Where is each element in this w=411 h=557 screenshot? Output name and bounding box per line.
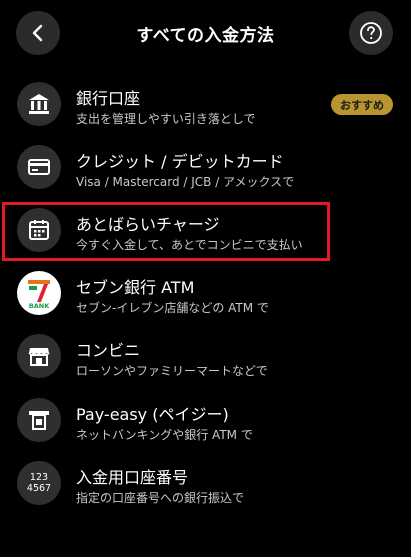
method-pay-easy[interactable]: Pay-easy (ペイジー) ネットバンキングや銀行 ATM で	[0, 389, 411, 451]
method-title: Pay-easy (ペイジー)	[76, 405, 229, 424]
method-subtitle: Visa / Mastercard / JCB / アメックスで	[76, 175, 295, 189]
number-icon-text: 123	[29, 472, 49, 483]
method-account-number[interactable]: 123 4567 入金用口座番号 指定の口座番号への銀行振込で	[0, 452, 411, 514]
seven-bank-logo: BANK	[17, 271, 61, 315]
method-subtitle: セブン-イレブン店舗などの ATM で	[76, 301, 269, 315]
account-number-icon: 123 4567	[17, 461, 61, 505]
method-subtitle: 支出を管理しやすい引き落としで	[76, 112, 256, 126]
recommended-badge: おすすめ	[331, 94, 393, 115]
header: すべての入金方法	[0, 0, 411, 66]
method-subtitle: ネットバンキングや銀行 ATM で	[76, 428, 253, 442]
highlight-box	[2, 202, 330, 261]
seven-logo-text: BANK	[29, 302, 50, 310]
method-subtitle: ローソンやファミリーマートなどで	[76, 364, 268, 378]
method-title: セブン銀行 ATM	[76, 278, 195, 297]
method-title: クレジット / デビットカード	[76, 152, 284, 171]
method-convenience-store[interactable]: コンビニ ローソンやファミリーマートなどで	[0, 325, 411, 387]
method-title: 入金用口座番号	[76, 468, 189, 487]
bank-icon	[17, 82, 61, 126]
method-seven-bank-atm[interactable]: BANK セブン銀行 ATM セブン-イレブン店舗などの ATM で	[0, 262, 411, 324]
number-icon-text: 4567	[26, 483, 52, 494]
method-subtitle: 指定の口座番号への銀行振込で	[76, 491, 245, 505]
method-title: コンビニ	[76, 341, 141, 360]
atm-icon	[17, 398, 61, 442]
help-icon	[360, 22, 382, 44]
credit-card-icon	[17, 145, 61, 189]
store-icon	[17, 334, 61, 378]
method-credit-debit-card[interactable]: クレジット / デビットカード Visa / Mastercard / JCB …	[0, 136, 411, 198]
help-button[interactable]	[349, 11, 393, 55]
method-title: 銀行口座	[76, 89, 141, 108]
